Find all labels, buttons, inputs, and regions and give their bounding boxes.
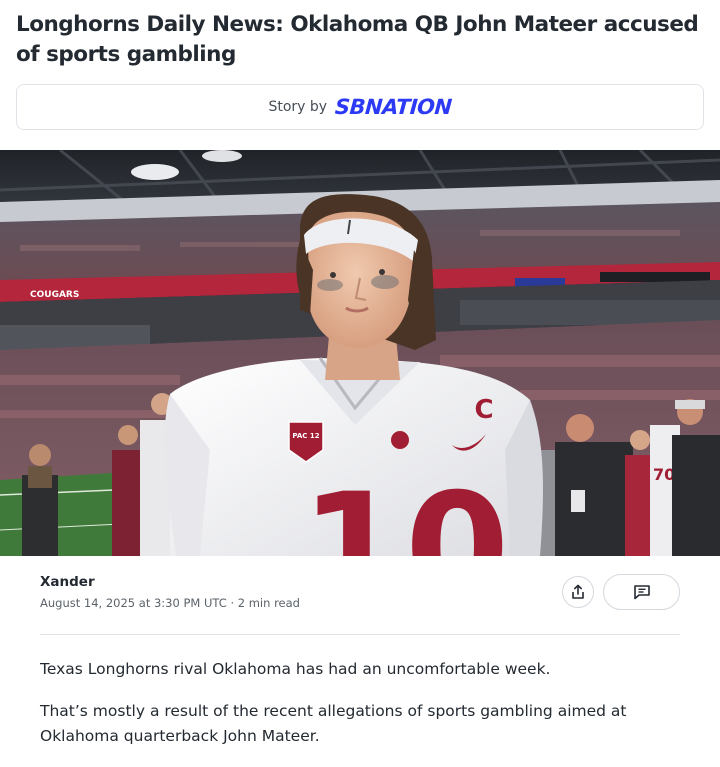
captain-mark: C (474, 395, 493, 425)
comment-button[interactable] (603, 574, 680, 610)
jersey-number: 10 (301, 462, 510, 556)
share-icon (572, 584, 584, 599)
meta-separator: · (230, 596, 238, 610)
author-block: Xander August 14, 2025 at 3:30 PM UTC · … (40, 574, 300, 610)
article-meta: August 14, 2025 at 3:30 PM UTC · 2 min r… (40, 596, 300, 610)
paragraph-1: Texas Longhorns rival Oklahoma has had a… (40, 660, 551, 678)
headline-container: Longhorns Daily News: Oklahoma QB John M… (16, 10, 706, 70)
sbnation-logo[interactable]: SBNATION (334, 95, 452, 119)
pac12-patch-text: PAC 12 (292, 432, 319, 440)
svg-text:70: 70 (653, 465, 675, 484)
story-by-label: Story by (268, 99, 328, 115)
author-name[interactable]: Xander (40, 574, 300, 590)
paragraph-2: That’s mostly a result of the recent all… (40, 702, 627, 745)
banner-text: COUGARS (30, 290, 79, 300)
story-by-bar[interactable]: Story by SBNATION (16, 84, 704, 130)
article-body: Texas Longhorns rival Oklahoma has had a… (40, 657, 680, 766)
publish-date: August 14, 2025 at 3:30 PM UTC (40, 596, 227, 610)
read-time: 2 min read (237, 596, 300, 610)
article-headline: Longhorns Daily News: Oklahoma QB John M… (16, 12, 699, 67)
divider (40, 634, 680, 635)
comment-icon (633, 585, 650, 600)
hero-image: COUGARS 70 PAC 12 C 10 (0, 150, 720, 556)
share-button[interactable] (562, 576, 594, 608)
